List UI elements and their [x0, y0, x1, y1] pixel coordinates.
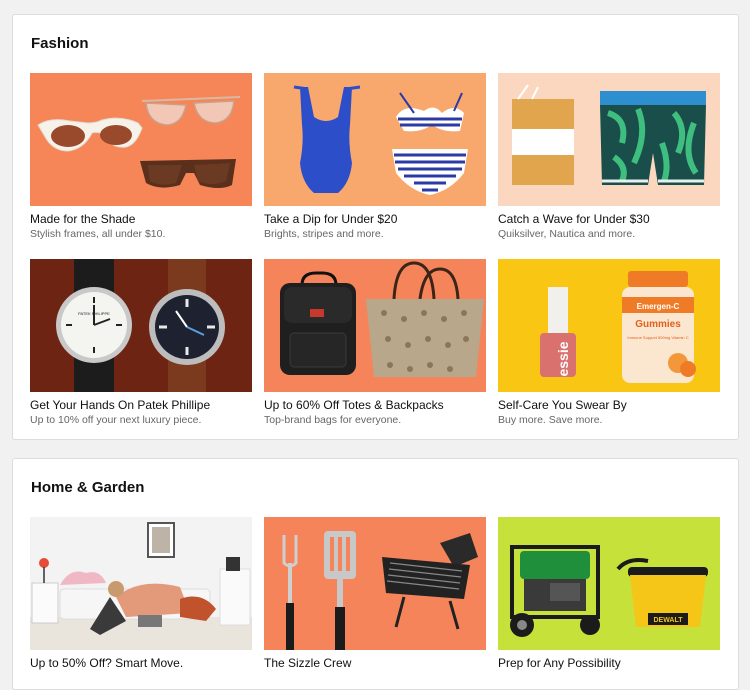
vitamin-brand: Emergen-C — [637, 302, 680, 311]
polish-brand: essie — [555, 341, 571, 376]
card-subtitle: Brights, stripes and more. — [264, 228, 384, 240]
section-title: Home & Garden — [31, 479, 145, 496]
bags-image[interactable] — [264, 259, 486, 392]
watches-image[interactable]: PATEK PHILIPPE — [30, 259, 252, 392]
watch-brand: PATEK PHILIPPE — [78, 311, 110, 316]
deal-card-wave[interactable]: Catch a Wave for Under $30 Quiksilver, N… — [498, 73, 720, 240]
self-care-image[interactable]: essie Emergen-C Gummies Immune Support 5… — [498, 259, 720, 392]
card-subtitle: Stylish frames, all under $10. — [30, 228, 166, 240]
home-garden-section: Home & Garden Up to 50% Off? Smart Move.… — [12, 458, 739, 690]
vac-brand: DEWALT — [653, 617, 683, 624]
deal-card-watches[interactable]: PATEK PHILIPPE Get Your Hands On Patek P… — [30, 259, 252, 426]
card-title[interactable]: Take a Dip for Under $20 — [264, 212, 486, 226]
section-title: Fashion — [31, 35, 89, 52]
swimsuit-image[interactable] — [264, 73, 486, 206]
board-shorts-image[interactable] — [498, 73, 720, 206]
card-title[interactable]: Catch a Wave for Under $30 — [498, 212, 720, 226]
deal-card-sizzle[interactable]: The Sizzle Crew — [264, 517, 486, 670]
deal-card-prep[interactable]: DEWALT Prep for Any Possibility — [498, 517, 720, 670]
card-title[interactable]: Up to 60% Off Totes & Backpacks — [264, 398, 486, 412]
card-title[interactable]: Self-Care You Swear By — [498, 398, 720, 412]
deal-card-bags[interactable]: Up to 60% Off Totes & Backpacks Top-bran… — [264, 259, 486, 426]
card-title[interactable]: Made for the Shade — [30, 212, 252, 226]
card-subtitle: Quiksilver, Nautica and more. — [498, 228, 636, 240]
dorm-room-image[interactable] — [30, 517, 252, 650]
card-title[interactable]: Get Your Hands On Patek Phillipe — [30, 398, 252, 412]
card-subtitle: Buy more. Save more. — [498, 414, 603, 426]
fashion-section: Fashion Made for the Shade Stylish frame… — [12, 14, 739, 440]
deal-card-shade[interactable]: Made for the Shade Stylish frames, all u… — [30, 73, 252, 240]
card-subtitle: Up to 10% off your next luxury piece. — [30, 414, 202, 426]
sunglasses-image[interactable] — [30, 73, 252, 206]
deal-card-self-care[interactable]: essie Emergen-C Gummies Immune Support 5… — [498, 259, 720, 426]
grill-tools-image[interactable] — [264, 517, 486, 650]
deal-card-dip[interactable]: Take a Dip for Under $20 Brights, stripe… — [264, 73, 486, 240]
vitamin-sub: Immune Support 500mg Vitamin C — [627, 335, 688, 340]
card-subtitle: Top-brand bags for everyone. — [264, 414, 402, 426]
generator-image[interactable]: DEWALT — [498, 517, 720, 650]
vitamin-label: Gummies — [635, 319, 681, 330]
deal-card-smart-move[interactable]: Up to 50% Off? Smart Move. — [30, 517, 252, 670]
